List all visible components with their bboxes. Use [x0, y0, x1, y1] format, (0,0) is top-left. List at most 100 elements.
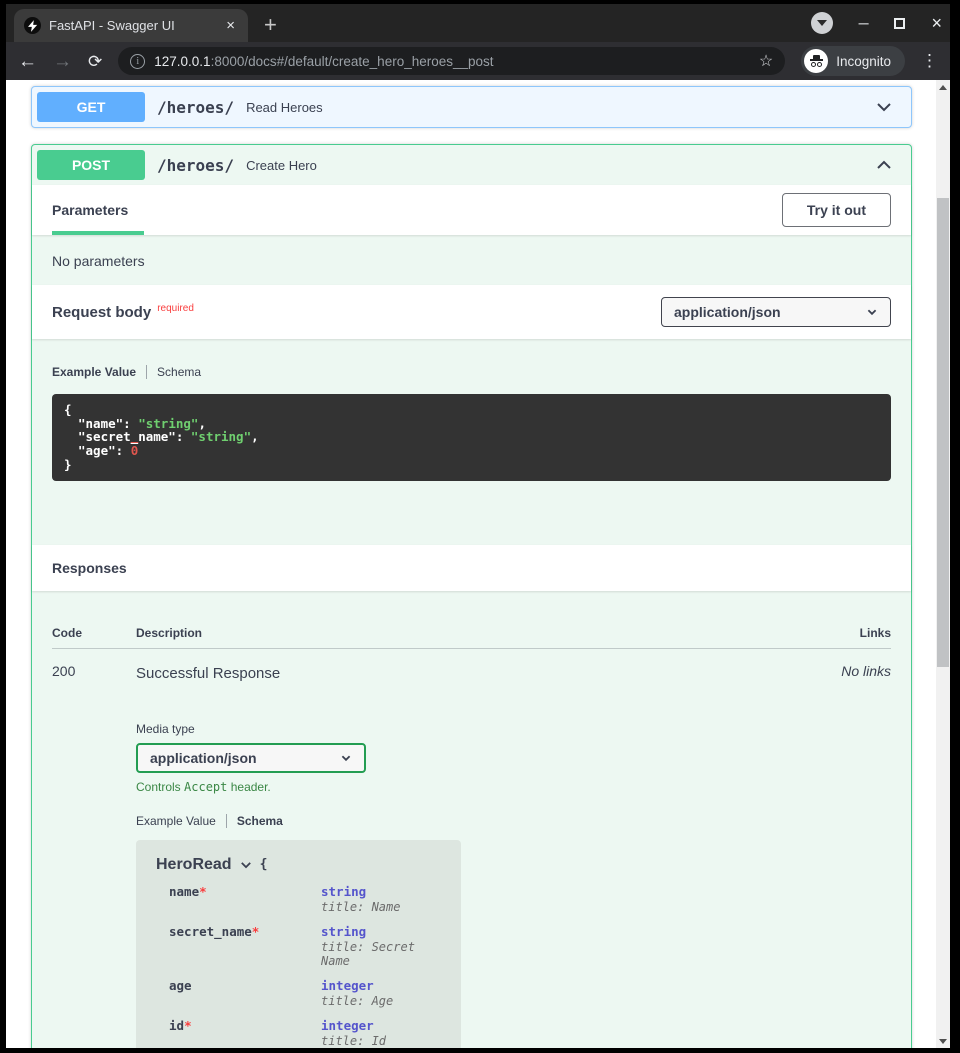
reload-button[interactable]: ⟳ [88, 53, 102, 70]
opblock-get-summary[interactable]: GET /heroes/ Read Heroes [32, 87, 911, 127]
code-line: { [64, 403, 879, 417]
response-example-tabs: Example Value Schema [136, 814, 771, 828]
page-scrollbar[interactable] [936, 80, 950, 1048]
response-code-200: 200 [52, 663, 136, 1048]
tab-schema[interactable]: Schema [227, 814, 293, 828]
opblock-post-heroes: POST /heroes/ Create Hero Parameters Try… [31, 144, 912, 1048]
code-column-header: Code [52, 626, 136, 640]
back-button[interactable]: ← [18, 52, 37, 71]
chevron-down-icon [866, 306, 878, 318]
model-name: HeroRead [156, 856, 232, 874]
parameters-header: Parameters Try it out [32, 185, 911, 235]
model-open-brace: { [260, 857, 268, 872]
responses-title: Responses [52, 560, 127, 576]
request-example-tabs: Example Value Schema [52, 365, 891, 379]
browser-tab[interactable]: FastAPI - Swagger UI × [14, 9, 248, 42]
request-content-type-value: application/json [674, 304, 781, 320]
url-bar[interactable]: i 127.0.0.1:8000/docs#/default/create_he… [118, 47, 785, 75]
tab-schema[interactable]: Schema [147, 365, 211, 379]
property-title: title: Id [321, 1034, 386, 1048]
new-tab-button[interactable]: + [264, 14, 277, 36]
url-text[interactable]: 127.0.0.1:8000/docs#/default/create_hero… [154, 54, 750, 69]
request-body-pane: Example Value Schema { "name": "string",… [32, 339, 911, 481]
chevron-down-icon[interactable] [874, 97, 894, 117]
controls-accept-note: Controls Accept header. [136, 780, 771, 794]
property-info: stringtitle: Secret Name [321, 924, 441, 968]
incognito-label: Incognito [836, 54, 891, 69]
response-200-description: Successful Response [136, 663, 771, 682]
no-parameters-text: No parameters [52, 253, 145, 269]
response-media-type-select[interactable]: application/json [136, 743, 366, 773]
browser-toolbar: ← → ⟳ i 127.0.0.1:8000/docs#/default/cre… [6, 42, 950, 80]
model-property-row: secret_name* stringtitle: Secret Name [156, 924, 441, 968]
window-menu-button[interactable] [811, 12, 833, 34]
code-line: } [64, 458, 879, 472]
property-name: secret_name* [169, 924, 321, 968]
property-info: integertitle: Age [321, 978, 393, 1008]
property-name: id* [169, 1018, 321, 1048]
site-info-icon[interactable]: i [130, 54, 145, 69]
get-endpoint-summary: Read Heroes [246, 100, 874, 115]
minimize-button[interactable]: ─ [859, 15, 869, 31]
required-label: required [157, 303, 194, 314]
parameters-active-underline [52, 231, 144, 235]
description-column-header: Description [136, 626, 771, 640]
close-button[interactable]: × [931, 13, 942, 34]
request-content-type-select[interactable]: application/json [661, 297, 891, 327]
property-info: integertitle: Id [321, 1018, 386, 1048]
get-endpoint-path: /heroes/ [157, 98, 234, 117]
url-path: :8000/docs#/default/create_hero_heroes__… [211, 54, 494, 69]
forward-button[interactable]: → [53, 52, 72, 71]
post-endpoint-path: /heroes/ [157, 156, 234, 175]
media-type-block: Media type application/json Controls Acc… [136, 722, 771, 794]
request-body-title: Request bodyrequired [52, 304, 194, 321]
links-column-header: Links [771, 626, 891, 640]
opblock-post-summary[interactable]: POST /heroes/ Create Hero [32, 145, 911, 185]
scroll-up-arrow[interactable] [936, 80, 950, 94]
response-200-description-cell: Successful Response Media type applicati… [136, 663, 771, 1048]
property-title: title: Age [321, 994, 393, 1008]
swagger-page: GET /heroes/ Read Heroes POST /heroes/ C… [6, 80, 936, 1048]
media-type-label: Media type [136, 722, 771, 736]
opblock-get-heroes[interactable]: GET /heroes/ Read Heroes [31, 86, 912, 128]
model-title-row[interactable]: HeroRead { [156, 856, 441, 874]
post-endpoint-summary: Create Hero [246, 158, 874, 173]
required-asterisk: * [252, 924, 260, 939]
browser-menu-icon[interactable]: ⋮ [921, 51, 938, 71]
url-host: 127.0.0.1 [154, 54, 210, 69]
chevron-down-icon [340, 752, 352, 764]
model-property-row: name* stringtitle: Name [156, 884, 441, 914]
property-name: name* [169, 884, 321, 914]
try-it-out-button[interactable]: Try it out [782, 193, 891, 227]
response-row-200: 200 Successful Response Media type appli… [52, 649, 891, 1048]
tab-close-icon[interactable]: × [223, 17, 238, 34]
response-200-links: No links [771, 663, 891, 1048]
incognito-icon [804, 49, 828, 73]
fastapi-favicon-icon [24, 17, 41, 34]
bookmark-star-icon[interactable]: ☆ [759, 51, 773, 71]
responses-pane: Code Description Links 200 Successful Re… [32, 591, 911, 1048]
browser-window: FastAPI - Swagger UI × + ─ × ← → ⟳ i 127… [6, 4, 950, 1048]
response-media-type-value: application/json [150, 750, 257, 766]
required-asterisk: * [199, 884, 207, 899]
request-body-header: Request bodyrequired application/json [32, 285, 911, 339]
property-info: stringtitle: Name [321, 884, 400, 914]
responses-table: Code Description Links 200 Successful Re… [52, 626, 891, 1048]
code-line: "secret_name": "string", [64, 430, 879, 444]
property-type: string [321, 884, 400, 899]
tab-strip: FastAPI - Swagger UI × + ─ × [6, 4, 950, 42]
request-example-code[interactable]: { "name": "string", "secret_name": "stri… [52, 394, 891, 481]
tab-example-value[interactable]: Example Value [52, 365, 146, 379]
property-title: title: Secret Name [321, 940, 441, 968]
required-asterisk: * [184, 1018, 192, 1033]
tab-example-value[interactable]: Example Value [136, 814, 226, 828]
responses-table-header: Code Description Links [52, 626, 891, 649]
accept-header-code: Accept [184, 780, 227, 794]
maximize-button[interactable] [894, 18, 905, 29]
scrollbar-thumb[interactable] [937, 198, 949, 667]
parameters-title: Parameters [52, 202, 128, 218]
no-parameters-row: No parameters [32, 235, 911, 285]
scroll-down-arrow[interactable] [936, 1034, 950, 1048]
property-type: string [321, 924, 441, 939]
chevron-up-icon[interactable] [874, 155, 894, 175]
